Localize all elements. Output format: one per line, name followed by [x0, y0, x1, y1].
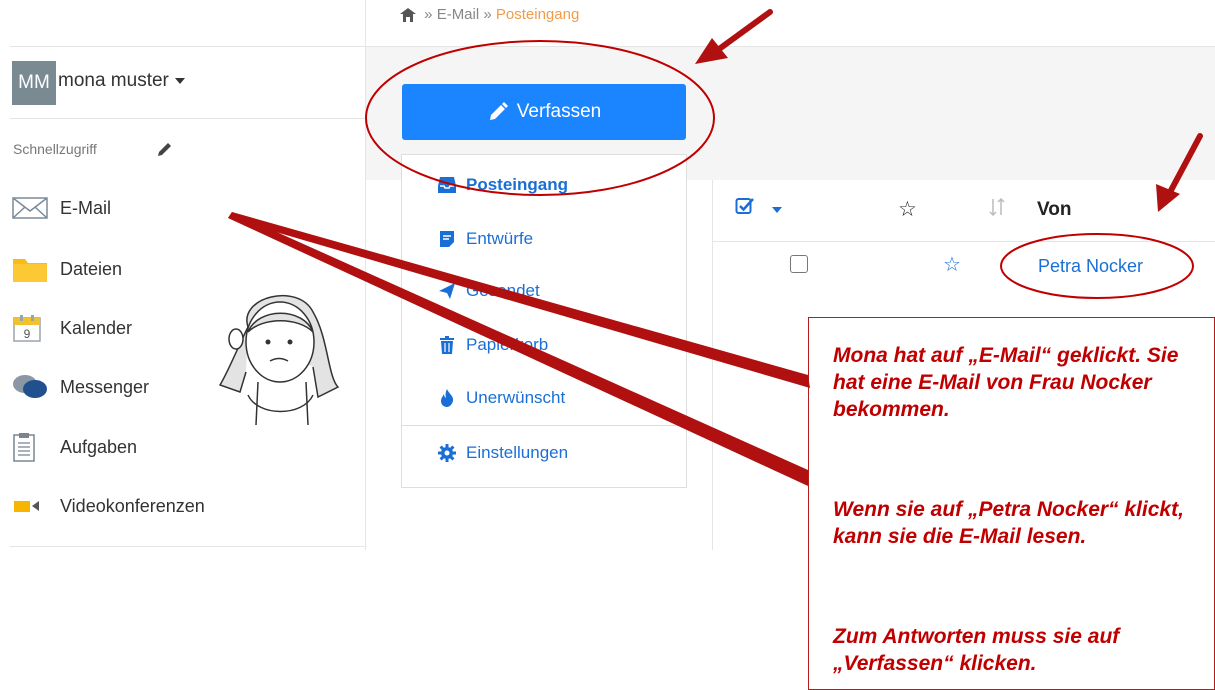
video-camera-icon [12, 490, 50, 522]
breadcrumb-separator: » [483, 6, 492, 23]
username-label: mona muster [58, 70, 169, 91]
gear-icon [436, 443, 458, 463]
sidebar-item-tasks[interactable]: Aufgaben [12, 431, 342, 463]
drafts-icon [436, 229, 458, 249]
flame-icon [436, 388, 458, 408]
chat-bubbles-icon [12, 371, 50, 403]
folder-label: Gesendet [466, 281, 540, 300]
breadcrumb-mail[interactable]: E-Mail [437, 6, 480, 23]
folder-label: Unerwünscht [466, 388, 566, 407]
folder-trash[interactable]: Papierkorb [436, 331, 548, 359]
settings-link[interactable]: Einstellungen [436, 439, 568, 467]
sidebar-item-video[interactable]: Videokonferenzen [12, 490, 342, 522]
folder-label: Entwürfe [466, 229, 534, 248]
folder-label: Papierkorb [466, 335, 549, 354]
sent-icon [436, 281, 458, 301]
sort-icon[interactable] [988, 197, 1006, 217]
sidebar-item-files[interactable]: Dateien [12, 253, 342, 285]
compose-label: Verfassen [516, 101, 602, 122]
caret-down-icon [174, 77, 185, 84]
trash-icon [436, 335, 458, 355]
column-from-header[interactable]: Von [1037, 199, 1071, 221]
annotation-paragraph: Zum Antworten muss sie auf „Verfassen“ k… [833, 625, 1120, 675]
select-all-checkbox[interactable] [735, 196, 755, 216]
compose-button[interactable]: Verfassen [402, 84, 686, 140]
star-column-icon[interactable]: ☆ [898, 197, 917, 222]
breadcrumb-separator: » [424, 6, 433, 23]
sidebar-item-label: Messenger [60, 376, 150, 397]
home-icon[interactable] [400, 8, 416, 23]
sidebar-item-label: Kalender [60, 317, 133, 338]
envelope-icon [12, 192, 50, 224]
girl-illustration [218, 295, 340, 426]
folder-panel: Posteingang Entwürfe Gesendet Papierkorb… [401, 154, 687, 488]
folder-sent[interactable]: Gesendet [436, 277, 540, 305]
row-checkbox[interactable] [790, 255, 808, 273]
quick-access-label: Schnellzugriff [13, 141, 97, 157]
clipboard-icon [12, 431, 50, 463]
sidebar-item-email[interactable]: E-Mail [12, 192, 342, 224]
sidebar-item-label: Videokonferenzen [60, 495, 205, 516]
settings-label: Einstellungen [466, 443, 569, 462]
breadcrumb-current: Posteingang [495, 6, 580, 23]
calendar-icon: 9 [12, 312, 50, 344]
folder-icon [12, 253, 50, 285]
sidebar-item-label: E-Mail [60, 197, 112, 218]
avatar[interactable]: MM [12, 61, 56, 105]
calendar-day: 9 [24, 327, 31, 341]
pencil-icon[interactable] [155, 139, 175, 159]
sidebar-item-label: Aufgaben [60, 436, 138, 457]
folder-drafts[interactable]: Entwürfe [436, 225, 533, 253]
user-menu[interactable]: mona muster [58, 70, 185, 92]
sender-link[interactable]: Petra Nocker [1038, 256, 1143, 277]
star-toggle-icon[interactable]: ☆ [943, 252, 961, 277]
folder-label: Posteingang [466, 175, 569, 194]
avatar-initials: MM [18, 72, 50, 93]
annotation-paragraph: Wenn sie auf „Petra Nocker“ klickt, kann… [833, 498, 1184, 548]
annotation-paragraph: Mona hat auf „E-Mail“ geklickt. Sie hat … [833, 344, 1179, 421]
breadcrumb: » E-Mail » Posteingang [400, 6, 579, 23]
folder-junk[interactable]: Unerwünscht [436, 384, 565, 412]
folder-inbox[interactable]: Posteingang [436, 171, 568, 199]
select-dropdown-caret-icon[interactable] [772, 207, 782, 213]
annotation-box: Mona hat auf „E-Mail“ geklickt. Sie hat … [808, 317, 1215, 690]
sidebar-item-label: Dateien [60, 258, 123, 279]
pencil-icon [489, 102, 508, 120]
message-list-header [713, 181, 1215, 242]
inbox-icon [436, 175, 458, 195]
